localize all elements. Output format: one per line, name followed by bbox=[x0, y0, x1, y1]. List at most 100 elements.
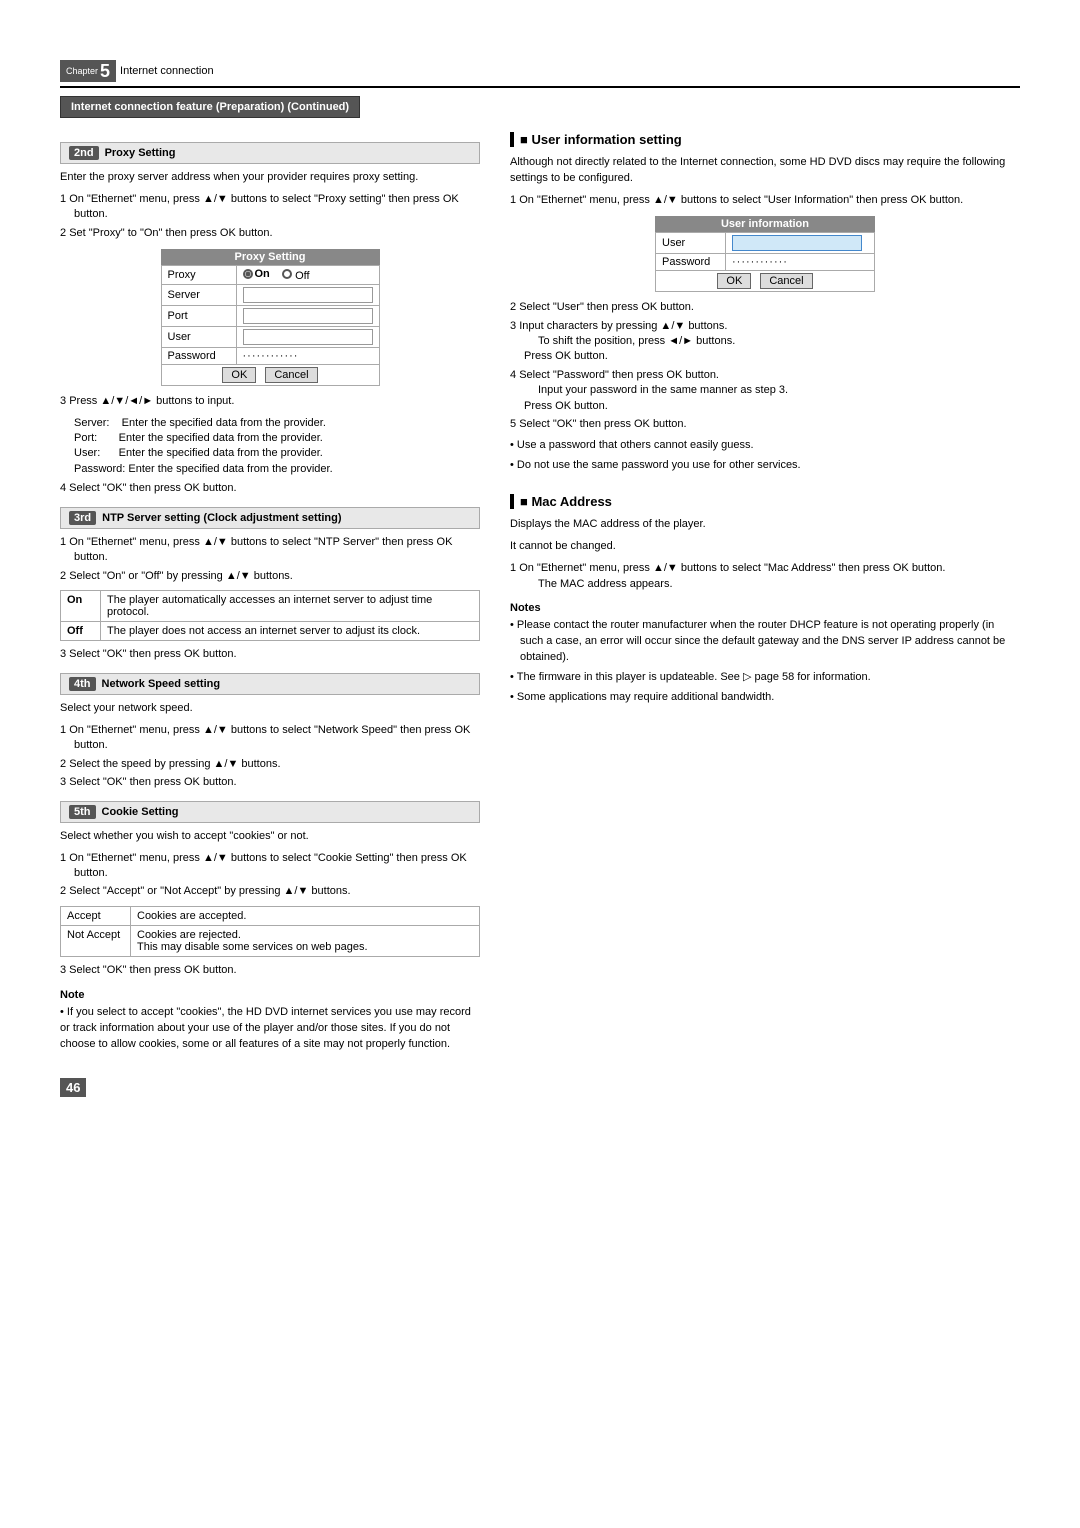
user-info-ok-button[interactable]: OK bbox=[717, 273, 751, 289]
password-dots: ············ bbox=[243, 350, 299, 362]
user-info-steps: Select "User" then press OK button. Inpu… bbox=[510, 300, 1020, 432]
step-4th-title: Network Speed setting bbox=[102, 678, 221, 690]
user-info-ok-cancel: OK Cancel bbox=[656, 271, 875, 292]
user-info-bullet-2: Do not use the same password you use for… bbox=[510, 458, 1020, 474]
user-field[interactable] bbox=[243, 329, 373, 345]
step-3rd-title: NTP Server setting (Clock adjustment set… bbox=[102, 512, 341, 524]
chapter-header: Chapter 5 Internet connection bbox=[60, 60, 1020, 88]
ntp-off-desc: The player does not access an internet s… bbox=[101, 622, 480, 641]
section-banner: Internet connection feature (Preparation… bbox=[60, 96, 360, 118]
user-info-ok-cancel-row: OK Cancel bbox=[656, 271, 875, 292]
proxy-ok-cancel-row: OK Cancel bbox=[161, 365, 379, 386]
page-container: Chapter 5 Internet connection Internet c… bbox=[60, 60, 1020, 1097]
step-4th-badge: 4th bbox=[69, 677, 96, 691]
cookie-accept-label: Accept bbox=[61, 906, 131, 925]
proxy-row-user: User bbox=[161, 327, 379, 348]
step5-step3-text: 3 Select "OK" then press OK button. bbox=[60, 963, 480, 979]
user-info-step-4-sub: Input your password in the same manner a… bbox=[524, 384, 788, 411]
user-info-step-2: Select "User" then press OK button. bbox=[510, 300, 1020, 315]
step-4th-heading: 4th Network Speed setting bbox=[60, 673, 480, 695]
password-detail: Password: Enter the specified data from … bbox=[74, 462, 480, 477]
server-detail: Server: Enter the specified data from th… bbox=[74, 416, 480, 431]
radio-on-dot bbox=[243, 269, 253, 279]
mac-instructions: On "Ethernet" menu, press ▲/▼ buttons to… bbox=[510, 561, 1020, 592]
ui-user-value bbox=[726, 233, 875, 254]
proxy-row-password: Password ············ bbox=[161, 348, 379, 365]
proxy-row-server: Server bbox=[161, 285, 379, 306]
cookie-notaccept-desc: Cookies are rejected.This may disable so… bbox=[131, 925, 480, 956]
proxy-off-radio: Off bbox=[282, 270, 310, 282]
mac-instr-1: On "Ethernet" menu, press ▲/▼ buttons to… bbox=[510, 561, 1020, 592]
chapter-number: 5 bbox=[100, 62, 110, 80]
two-col-layout: 2nd Proxy Setting Enter the proxy server… bbox=[60, 132, 1020, 1058]
user-detail: User: Enter the specified data from the … bbox=[74, 446, 480, 461]
proxy-ok-button[interactable]: OK bbox=[222, 367, 256, 383]
mac-intro-1: Displays the MAC address of the player. bbox=[510, 517, 1020, 533]
right-column: ■ User information setting Although not … bbox=[510, 132, 1020, 1058]
step-2nd-title: Proxy Setting bbox=[105, 147, 176, 159]
server-value bbox=[236, 285, 379, 306]
radio-off-dot bbox=[282, 269, 292, 279]
user-info-row-user: User bbox=[656, 233, 875, 254]
step3-step3-text: 3 Select "OK" then press OK button. bbox=[60, 647, 480, 663]
ntp-off-label: Off bbox=[61, 622, 101, 641]
proxy-cancel-button[interactable]: Cancel bbox=[265, 367, 317, 383]
step5-instructions: On "Ethernet" menu, press ▲/▼ buttons to… bbox=[60, 851, 480, 900]
proxy-row-proxy: Proxy On Off bbox=[161, 266, 379, 285]
chapter-label: Chapter bbox=[66, 66, 98, 76]
mac-instr-1-sub: The MAC address appears. bbox=[538, 578, 673, 590]
step-2nd-badge: 2nd bbox=[69, 146, 99, 160]
mac-address-section-title: ■ Mac Address bbox=[510, 494, 1020, 509]
step-2nd-heading: 2nd Proxy Setting bbox=[60, 142, 480, 164]
ui-password-value: ············ bbox=[726, 254, 875, 271]
user-info-table-caption: User information bbox=[655, 216, 875, 232]
proxy-ok-cancel: OK Cancel bbox=[161, 365, 379, 386]
proxy-setting-table: Proxy Setting Proxy On Off bbox=[161, 249, 380, 386]
note-item-3: Some applications may require additional… bbox=[510, 690, 1020, 706]
step-3rd-heading: 3rd NTP Server setting (Clock adjustment… bbox=[60, 507, 480, 529]
ntp-on-desc: The player automatically accesses an int… bbox=[101, 591, 480, 622]
step4-intro: Select your network speed. bbox=[60, 701, 480, 717]
ui-password-label: Password bbox=[656, 254, 726, 271]
user-value bbox=[236, 327, 379, 348]
user-info-bullets: Use a password that others cannot easily… bbox=[510, 438, 1020, 474]
user-info-table: User information User Password ·········… bbox=[655, 216, 875, 292]
ui-user-field[interactable] bbox=[732, 235, 862, 251]
step-3rd-badge: 3rd bbox=[69, 511, 96, 525]
note-item-1: Please contact the router manufacturer w… bbox=[510, 618, 1020, 666]
step4-instr-1: On "Ethernet" menu, press ▲/▼ buttons to… bbox=[60, 723, 480, 754]
proxy-on-radio: On bbox=[243, 268, 270, 280]
port-detail: Port: Enter the specified data from the … bbox=[74, 431, 480, 446]
password-value: ············ bbox=[236, 348, 379, 365]
user-info-step-3: Input characters by pressing ▲/▼ buttons… bbox=[510, 319, 1020, 365]
page-number: 46 bbox=[60, 1078, 86, 1097]
proxy-label: Proxy bbox=[161, 266, 236, 285]
port-field[interactable] bbox=[243, 308, 373, 324]
step2-press-instructions: Press ▲/▼/◄/► buttons to input. bbox=[60, 394, 480, 409]
user-info-cancel-button[interactable]: Cancel bbox=[760, 273, 812, 289]
user-info-step-4: Select "Password" then press OK button. … bbox=[510, 368, 1020, 414]
ui-password-dots: ············ bbox=[732, 256, 788, 268]
notes-list: Please contact the router manufacturer w… bbox=[510, 618, 1020, 706]
ntp-on-label: On bbox=[61, 591, 101, 622]
ui-user-label: User bbox=[656, 233, 726, 254]
server-field[interactable] bbox=[243, 287, 373, 303]
step5-intro: Select whether you wish to accept "cooki… bbox=[60, 829, 480, 845]
user-info-intro: Although not directly related to the Int… bbox=[510, 155, 1020, 187]
step2-input-details: Server: Enter the specified data from th… bbox=[74, 416, 480, 478]
server-label: Server bbox=[161, 285, 236, 306]
user-info-step-5: Select "OK" then press OK button. bbox=[510, 417, 1020, 432]
step5-note-heading: Note bbox=[60, 989, 480, 1001]
step2-instr-1: On "Ethernet" menu, press ▲/▼ buttons to… bbox=[60, 192, 480, 223]
proxy-table-caption: Proxy Setting bbox=[161, 249, 380, 265]
chapter-title: Internet connection bbox=[120, 65, 214, 77]
ntp-row-on: On The player automatically accesses an … bbox=[61, 591, 480, 622]
user-info-bullet-1: Use a password that others cannot easily… bbox=[510, 438, 1020, 454]
step4-instr-3: Select "OK" then press OK button. bbox=[60, 775, 480, 790]
port-value bbox=[236, 306, 379, 327]
step2-intro: Enter the proxy server address when your… bbox=[60, 170, 480, 186]
proxy-value: On Off bbox=[236, 266, 379, 285]
step5-instr-2: Select "Accept" or "Not Accept" by press… bbox=[60, 884, 480, 899]
step5-instr-1: On "Ethernet" menu, press ▲/▼ buttons to… bbox=[60, 851, 480, 882]
user-info-step-3-sub: To shift the position, press ◄/► buttons… bbox=[524, 335, 735, 362]
